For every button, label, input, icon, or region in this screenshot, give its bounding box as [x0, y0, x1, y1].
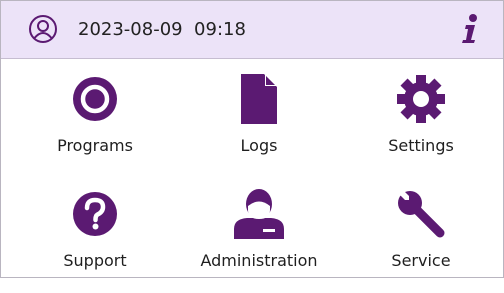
- logs-label: Logs: [240, 136, 278, 155]
- support-icon: [73, 192, 117, 236]
- menu-tile-programs[interactable]: Programs: [20, 74, 170, 178]
- menu-tile-support[interactable]: Support: [20, 189, 170, 293]
- settings-label: Settings: [388, 136, 454, 155]
- menu-tile-administration[interactable]: Administration: [184, 189, 334, 293]
- logs-icon: [241, 74, 277, 124]
- menu-tile-service[interactable]: Service: [346, 189, 496, 293]
- info-icon[interactable]: [456, 13, 482, 45]
- menu-tile-settings[interactable]: Settings: [346, 74, 496, 178]
- administration-label: Administration: [200, 251, 318, 270]
- administration-icon: [234, 189, 284, 239]
- service-label: Service: [391, 251, 451, 270]
- date-time-display: 2023-08-09 09:18: [78, 19, 246, 40]
- header-bar: 2023-08-09 09:18: [1, 1, 503, 59]
- programs-icon: [73, 77, 117, 121]
- settings-icon: [397, 75, 445, 123]
- menu-tile-logs[interactable]: Logs: [184, 74, 334, 178]
- programs-label: Programs: [57, 136, 133, 155]
- main-screen: 2023-08-09 09:18 Programs Logs Settings …: [0, 0, 504, 278]
- support-label: Support: [63, 251, 127, 270]
- user-account-icon[interactable]: [28, 14, 58, 44]
- service-icon: [398, 189, 445, 238]
